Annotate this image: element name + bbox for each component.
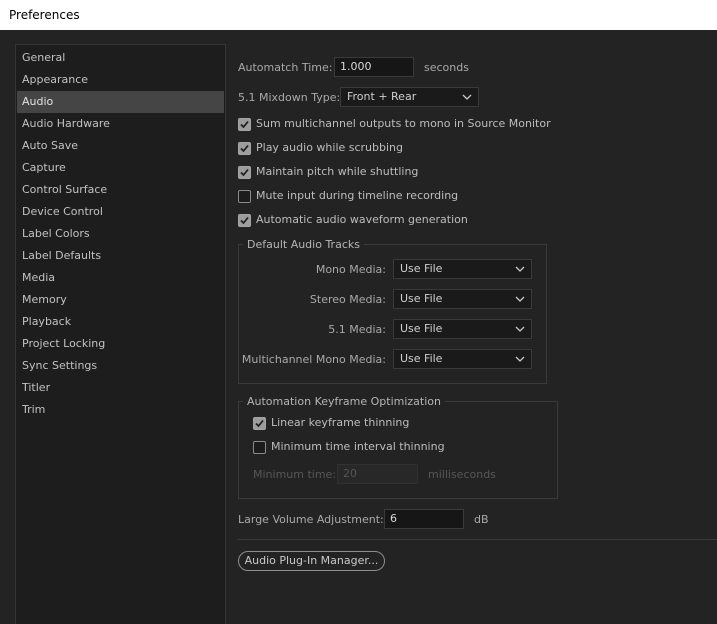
multichannel-mono-media-select[interactable]: Use File <box>393 349 532 369</box>
sidebar-item-sync-settings[interactable]: Sync Settings <box>17 355 224 377</box>
sidebar-item-titler[interactable]: Titler <box>17 377 224 399</box>
chevron-down-icon <box>515 356 525 362</box>
sidebar-item-control-surface[interactable]: Control Surface <box>17 179 224 201</box>
checkbox-label: Sum multichannel outputs to mono in Sour… <box>256 117 551 130</box>
sidebar-item-media[interactable]: Media <box>17 267 224 289</box>
window-title: Preferences <box>9 8 80 22</box>
checkbox-label: Linear keyframe thinning <box>271 416 410 429</box>
surround-media-select[interactable]: Use File <box>393 319 532 339</box>
sidebar-item-appearance[interactable]: Appearance <box>17 69 224 91</box>
minimum-time-unit: milliseconds <box>428 468 496 481</box>
sidebar-item-device-control[interactable]: Device Control <box>17 201 224 223</box>
checkbox-checked-icon[interactable] <box>238 165 251 179</box>
surround-media-value: Use File <box>400 322 443 335</box>
sidebar-item-audio[interactable]: Audio <box>17 91 224 113</box>
large-volume-label: Large Volume Adjustment: <box>238 513 384 526</box>
stereo-media-value: Use File <box>400 292 443 305</box>
checkbox-label: Play audio while scrubbing <box>256 141 404 154</box>
stereo-media-select[interactable]: Use File <box>393 289 532 309</box>
checkbox-play-audio-scrubbing[interactable]: Play audio while scrubbing <box>238 140 403 156</box>
section-divider <box>238 539 717 540</box>
checkbox-label: Minimum time interval thinning <box>271 440 445 453</box>
mono-media-label: Mono Media: <box>315 263 386 276</box>
sidebar-item-capture[interactable]: Capture <box>17 157 224 179</box>
surround-media-label: 5.1 Media: <box>328 323 386 336</box>
mono-media-value: Use File <box>400 262 443 275</box>
minimum-time-label: Minimum time: <box>253 468 337 481</box>
mixdown-type-value: Front + Rear <box>347 90 417 103</box>
checkbox-label: Mute input during timeline recording <box>256 189 459 202</box>
automatch-time-input[interactable]: 1.000 <box>334 57 414 77</box>
checkbox-checked-icon[interactable] <box>238 141 251 155</box>
sidebar-item-general[interactable]: General <box>17 47 224 69</box>
chevron-down-icon <box>515 296 525 302</box>
sidebar-item-playback[interactable]: Playback <box>17 311 224 333</box>
preferences-category-list: General Appearance Audio Audio Hardware … <box>15 44 226 624</box>
automatch-time-unit: seconds <box>424 61 469 74</box>
window-title-bar: Preferences <box>0 0 717 30</box>
chevron-down-icon <box>462 94 472 100</box>
checkbox-checked-icon[interactable] <box>253 416 266 430</box>
checkbox-label: Automatic audio waveform generation <box>256 213 468 226</box>
keyframe-optimization-title: Automation Keyframe Optimization <box>243 395 445 408</box>
checkbox-linear-keyframe-thinning[interactable]: Linear keyframe thinning <box>253 415 409 431</box>
sidebar-item-trim[interactable]: Trim <box>17 399 224 421</box>
mixdown-type-label: 5.1 Mixdown Type: <box>238 91 341 104</box>
sidebar-item-memory[interactable]: Memory <box>17 289 224 311</box>
sidebar-item-project-locking[interactable]: Project Locking <box>17 333 224 355</box>
checkbox-label: Maintain pitch while shuttling <box>256 165 419 178</box>
checkbox-checked-icon[interactable] <box>238 117 251 131</box>
multichannel-mono-media-label: Multichannel Mono Media: <box>241 353 386 366</box>
large-volume-unit: dB <box>474 513 489 526</box>
sidebar-item-label-colors[interactable]: Label Colors <box>17 223 224 245</box>
mixdown-type-select[interactable]: Front + Rear <box>340 87 479 107</box>
chevron-down-icon <box>515 326 525 332</box>
multichannel-mono-media-value: Use File <box>400 352 443 365</box>
checkbox-auto-waveform[interactable]: Automatic audio waveform generation <box>238 212 468 228</box>
checkbox-mute-input[interactable]: Mute input during timeline recording <box>238 188 458 204</box>
chevron-down-icon <box>515 266 525 272</box>
large-volume-input[interactable]: 6 <box>384 509 464 529</box>
checkbox-min-time-interval-thinning[interactable]: Minimum time interval thinning <box>253 439 445 455</box>
minimum-time-input[interactable]: 20 <box>337 464 418 484</box>
sidebar-item-audio-hardware[interactable]: Audio Hardware <box>17 113 224 135</box>
sidebar-item-label-defaults[interactable]: Label Defaults <box>17 245 224 267</box>
stereo-media-label: Stereo Media: <box>309 293 386 306</box>
sidebar-item-auto-save[interactable]: Auto Save <box>17 135 224 157</box>
checkbox-sum-multichannel[interactable]: Sum multichannel outputs to mono in Sour… <box>238 116 551 132</box>
audio-plugin-manager-button[interactable]: Audio Plug-In Manager... <box>238 551 385 571</box>
checkbox-checked-icon[interactable] <box>238 213 251 227</box>
automatch-time-label: Automatch Time: <box>238 61 333 74</box>
default-audio-tracks-title: Default Audio Tracks <box>243 238 364 251</box>
mono-media-select[interactable]: Use File <box>393 259 532 279</box>
checkbox-unchecked-icon[interactable] <box>238 189 251 203</box>
checkbox-maintain-pitch[interactable]: Maintain pitch while shuttling <box>238 164 418 180</box>
checkbox-unchecked-icon[interactable] <box>253 440 266 454</box>
